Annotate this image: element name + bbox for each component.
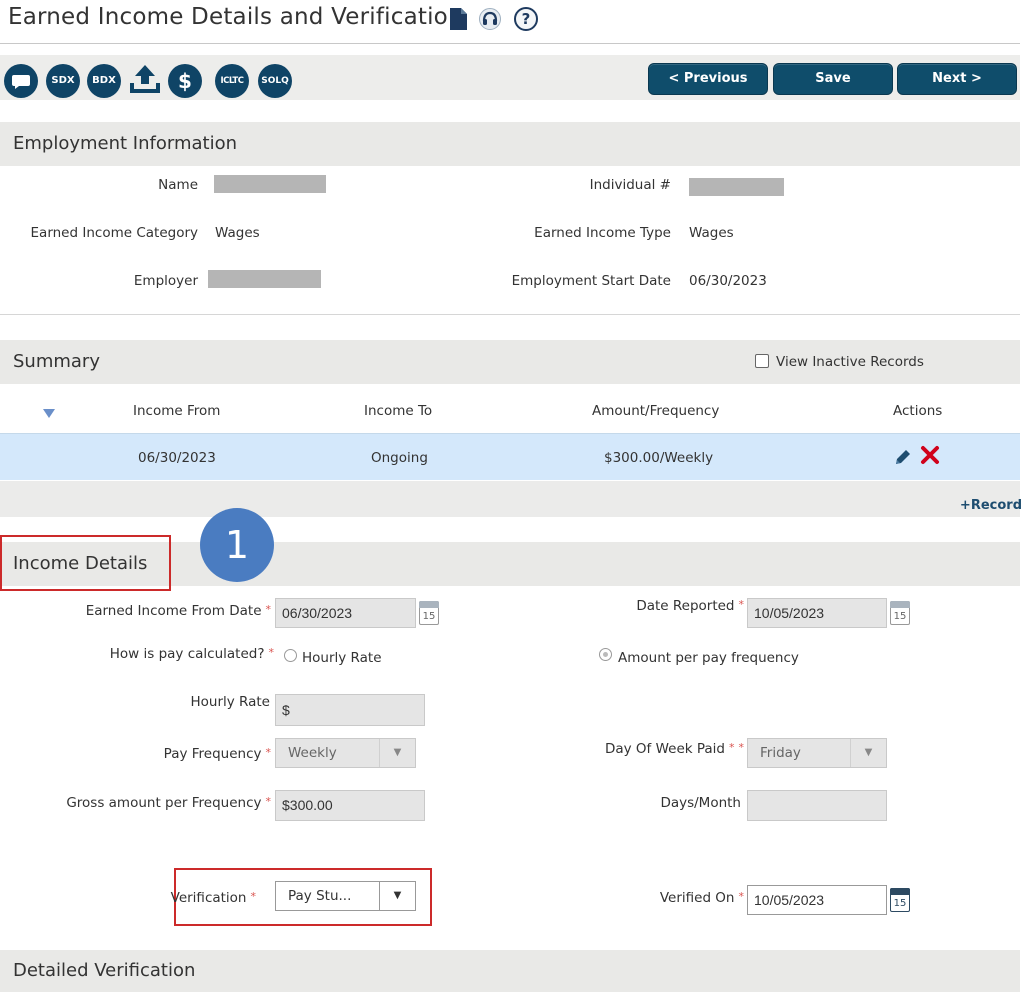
previous-button[interactable]: < Previous: [648, 63, 768, 95]
individual-label: Individual #: [589, 177, 671, 193]
pay-frequency-select[interactable]: Weekly ▼: [275, 738, 416, 768]
start-date-value: 06/30/2023: [689, 273, 767, 289]
document-icon[interactable]: [450, 8, 467, 30]
sort-arrow-icon[interactable]: [43, 409, 55, 418]
day-of-week-label: Day Of Week Paid * *: [604, 741, 744, 757]
individual-value-redacted: [689, 178, 784, 196]
headset-icon[interactable]: [479, 8, 501, 30]
help-icon[interactable]: ?: [514, 7, 538, 31]
verification-label: Verification *: [170, 890, 256, 906]
verified-on-input[interactable]: 10/05/2023: [747, 885, 887, 915]
next-button[interactable]: Next >: [897, 63, 1017, 95]
chevron-down-icon: ▼: [379, 739, 415, 767]
days-month-label: Days/Month: [660, 795, 741, 811]
start-date-label: Employment Start Date: [511, 273, 671, 289]
view-inactive-checkbox[interactable]: [755, 354, 769, 368]
row-income-from: 06/30/2023: [138, 450, 216, 466]
edit-pencil-icon[interactable]: [893, 447, 913, 467]
pay-frequency-label: Pay Frequency *: [163, 746, 271, 762]
employer-value-redacted: [208, 270, 321, 288]
summary-footer: [0, 481, 1020, 517]
pay-calc-label: How is pay calculated? *: [109, 646, 274, 662]
sdx-icon[interactable]: SDX: [46, 64, 80, 98]
column-amount-frequency[interactable]: Amount/Frequency: [592, 403, 719, 419]
hourly-rate-label: Hourly Rate: [190, 694, 270, 710]
from-date-input[interactable]: 06/30/2023: [275, 598, 416, 628]
icltc-icon[interactable]: ICLTC: [215, 64, 249, 98]
detailed-verification-header: Detailed Verification: [0, 950, 1020, 992]
days-month-input[interactable]: [747, 790, 887, 821]
day-of-week-select[interactable]: Friday ▼: [747, 738, 887, 768]
type-label: Earned Income Type: [534, 225, 671, 241]
date-reported-input[interactable]: 10/05/2023: [747, 598, 887, 628]
name-label: Name: [158, 177, 198, 193]
column-income-from[interactable]: Income From: [133, 403, 220, 419]
save-button[interactable]: Save: [773, 63, 893, 95]
chevron-down-icon: ▼: [379, 882, 415, 910]
solq-icon[interactable]: SOLQ: [258, 64, 292, 98]
employer-label: Employer: [133, 273, 198, 289]
hourly-rate-input[interactable]: $: [275, 694, 425, 726]
name-value-redacted: [214, 175, 326, 193]
employment-section-header: Employment Information: [0, 122, 1020, 166]
step-number-badge: 1: [200, 508, 274, 582]
dollar-icon[interactable]: $: [168, 64, 202, 98]
chat-icon[interactable]: [4, 64, 38, 98]
type-value: Wages: [689, 225, 734, 241]
date-reported-calendar-icon[interactable]: 15: [890, 601, 910, 625]
bdx-icon[interactable]: BDX: [87, 64, 121, 98]
column-income-to[interactable]: Income To: [364, 403, 432, 419]
gross-amount-input[interactable]: $300.00: [275, 790, 425, 821]
hourly-rate-option-label: Hourly Rate: [302, 650, 382, 666]
from-date-calendar-icon[interactable]: 15: [419, 601, 439, 625]
page-title: Earned Income Details and Verification: [8, 4, 463, 30]
category-label: Earned Income Category: [30, 225, 198, 241]
row-income-to: Ongoing: [371, 450, 428, 466]
verified-on-label: Verified On *: [659, 890, 744, 906]
amount-per-frequency-radio[interactable]: [599, 648, 612, 661]
from-date-label: Earned Income From Date *: [85, 603, 271, 619]
column-actions: Actions: [893, 403, 943, 419]
verification-select[interactable]: Pay Stu... ▼: [275, 881, 416, 911]
view-inactive-label: View Inactive Records: [776, 354, 924, 370]
title-divider: [0, 43, 1020, 44]
add-record-link[interactable]: +Record: [960, 498, 1022, 513]
amount-per-frequency-option-label: Amount per pay frequency: [618, 650, 799, 666]
verified-on-calendar-icon[interactable]: 15: [890, 888, 910, 912]
upload-icon[interactable]: [128, 63, 162, 95]
hourly-rate-radio[interactable]: [284, 649, 297, 662]
row-amount: $300.00/Weekly: [604, 450, 714, 466]
highlight-box-income-details: [0, 535, 171, 591]
delete-x-icon[interactable]: [920, 445, 940, 465]
chevron-down-icon: ▼: [850, 739, 886, 767]
gross-amount-label: Gross amount per Frequency *: [66, 795, 271, 811]
category-value: Wages: [215, 225, 260, 241]
date-reported-label: Date Reported *: [636, 598, 744, 614]
